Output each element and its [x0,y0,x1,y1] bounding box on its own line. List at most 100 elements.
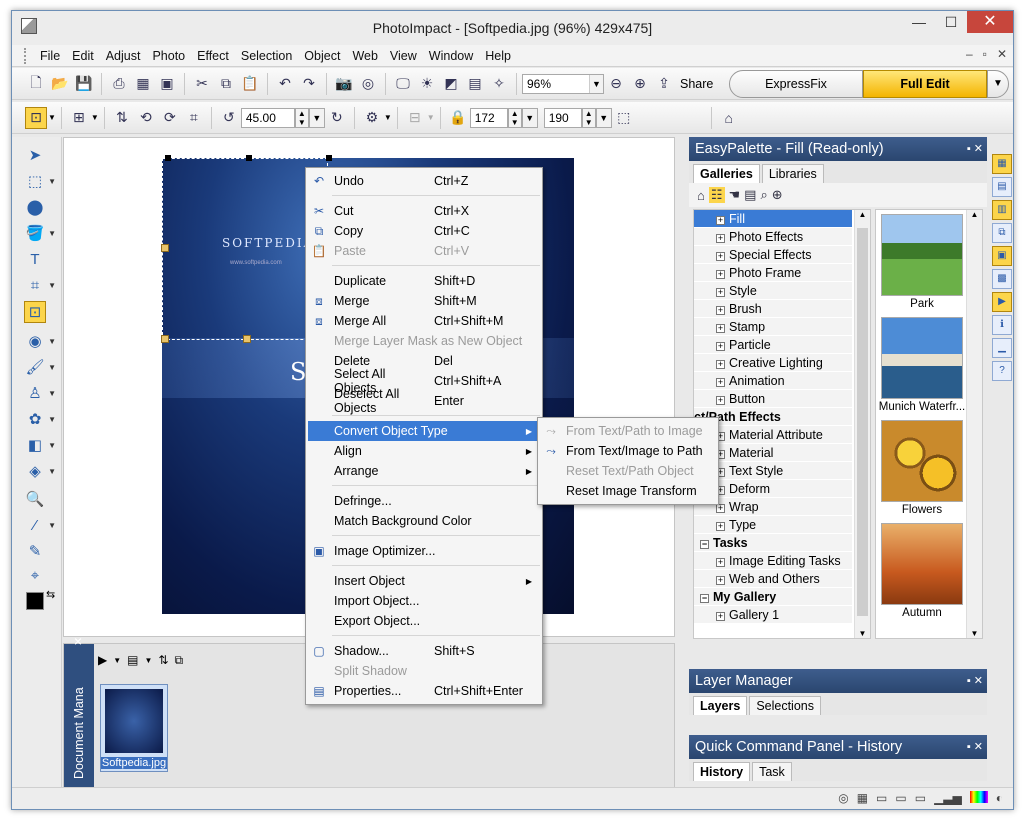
eye-tool-icon[interactable]: ◉ ▼ [24,331,56,353]
tree-scrollbar[interactable]: ▲ ▼ [854,210,870,638]
fill-tool-icon[interactable]: 🪣 ▼ [24,223,56,245]
effect-tool-icon[interactable]: ✿ ▼ [24,409,56,431]
hand-icon[interactable]: ☚ [729,187,741,203]
distort-icon[interactable]: ⌗ [183,107,205,129]
menu-item-defringe[interactable]: Defringe... [308,491,540,511]
tree-view-icon[interactable]: ☷ [708,187,725,203]
menu-view[interactable]: View [384,49,423,63]
gallery-item[interactable]: Park [878,214,966,314]
help-toggle-icon[interactable]: ? [992,361,1012,381]
zoom-out-icon[interactable]: ⊖ [605,73,627,95]
info-toggle-icon[interactable]: ℹ [992,315,1012,335]
menu-item-match-background-color[interactable]: Match Background Color [308,511,540,531]
view-icon[interactable]: ▤ [127,653,138,667]
tree-item[interactable]: + Photo Effects [694,228,852,246]
gallery-scrollbar[interactable]: ▲ ▼ [966,210,982,638]
menu-file[interactable]: File [34,49,66,63]
menu-item-align[interactable]: Align ▶ [308,441,540,461]
copy-icon[interactable]: ⧉ [215,73,237,95]
grid-icon[interactable]: ▦ [857,791,868,805]
tree-item[interactable]: + Stamp [694,318,852,336]
menu-object[interactable]: Object [298,49,346,63]
tree-item[interactable]: + Animation [694,372,852,390]
tree-item[interactable]: + Web and Others [694,570,852,588]
open-folder-icon[interactable]: 📂 [49,73,71,95]
menu-item-insert-object[interactable]: Insert Object ▶ [308,571,540,591]
crop-tool-icon[interactable]: ⌗ ▼ [24,275,56,297]
doc-minimize-icon[interactable]: – [966,47,973,61]
height-input[interactable]: 190 [543,107,582,128]
tree-group[interactable]: − My Gallery [694,588,852,606]
close-button[interactable]: ✕ [967,11,1013,33]
menu-item-duplicate[interactable]: Duplicate Shift+D [308,271,540,291]
redo-icon[interactable]: ↷ [298,73,320,95]
sort-icon[interactable]: ⇅ [158,653,168,667]
tree-item[interactable]: + Image Editing Tasks [694,552,852,570]
resize-handle[interactable] [326,155,332,161]
rotate-angle-dropdown[interactable]: ▼ [308,107,325,128]
panel-icon[interactable]: ▭ [895,791,906,805]
panel-buttons[interactable]: ▪ ✕ [967,735,983,759]
lock-icon[interactable]: 🔒 [447,107,469,129]
text-tool-icon[interactable]: T [24,249,46,271]
maximize-button[interactable]: ☐ [935,11,967,33]
menu-item-convert-object-type[interactable]: Convert Object Type ▶ [308,421,540,441]
history-toggle-icon[interactable]: ▥ [992,200,1012,220]
grid-icon[interactable]: ▦ [132,73,154,95]
document-manager-tab[interactable]: ✕ Document Mana [64,637,94,792]
chevron-down-icon[interactable]: ▼ [113,656,121,665]
gallery-item[interactable]: Flowers [878,420,966,520]
menu-item-arrange[interactable]: Arrange ▶ [308,461,540,481]
panel-icon[interactable]: ▭ [876,791,887,805]
scroll-down-icon[interactable]: ▼ [855,629,870,638]
menu-item-import-object[interactable]: Import Object... [308,591,540,611]
copy-icon[interactable]: ⧉ [174,653,183,668]
rotate-left-icon[interactable]: ⟲ [135,107,157,129]
fulledit-button[interactable]: Full Edit [863,70,987,98]
rotate-angle-input[interactable]: 45.00 [240,107,295,128]
image-edit-icon[interactable]: ◩ [440,73,462,95]
pen-tool-icon[interactable]: ✎ [24,541,46,563]
tab-history[interactable]: History [693,762,751,781]
capture-icon[interactable]: ◎ [357,73,379,95]
menu-item-deselect-all-objects[interactable]: Deselect All Objects Enter [308,387,540,415]
path-tool-icon[interactable]: ⌖ [24,565,46,587]
home-icon[interactable]: ⌂ [697,188,705,203]
save-icon[interactable]: 💾 [73,73,95,95]
rotate-ccw-icon[interactable]: ↺ [218,107,240,129]
share-icon[interactable]: ⇪ [653,73,675,95]
menu-web[interactable]: Web [346,49,383,63]
add-icon[interactable]: ⊕ [772,187,783,203]
menu-item-merge[interactable]: ⧈ Merge Shift+M [308,291,540,311]
tree-item[interactable]: + Fill [694,210,852,228]
close-icon[interactable]: ✕ [72,637,85,646]
histogram-toggle-icon[interactable]: ▁ [992,338,1012,358]
transform-mode-icon[interactable]: ⊡ [25,106,47,129]
camera-icon[interactable]: 📷 [333,73,355,95]
gallery-item[interactable]: Autumn [878,523,966,623]
doc-close-icon[interactable]: ✕ [997,47,1007,61]
foreground-color[interactable] [26,592,44,610]
doc-restore-icon[interactable]: ▫ [983,47,987,61]
paste-icon[interactable]: 📋 [239,73,261,95]
bucket-tool-icon[interactable]: ◈ ▼ [24,461,56,483]
submenu-item-text-image-to-path[interactable]: ⤳ From Text/Image to Path [540,441,718,461]
resize-handle[interactable] [161,244,169,252]
scroll-thumb[interactable] [857,228,868,616]
menu-item-properties[interactable]: ▤ Properties... Ctrl+Shift+Enter [308,681,540,701]
zoom-tool-icon[interactable]: 🔍 [24,489,46,511]
mode-dropdown-icon[interactable]: ▼ [987,70,1009,98]
rotate-cw-icon[interactable]: ↻ [326,107,348,129]
tree-item[interactable]: + Photo Frame [694,264,852,282]
sun-icon[interactable]: ☀ [416,73,438,95]
thumbnail-gallery[interactable]: Park Munich Waterfr... Flowers Autumn ▲ … [875,209,983,639]
tree-item[interactable]: + Particle [694,336,852,354]
minimize-button[interactable]: — [903,11,935,33]
height-dropdown[interactable]: ▼ [595,107,612,128]
tab-layers[interactable]: Layers [693,696,748,715]
details-icon[interactable]: ▤ [744,187,756,203]
scroll-down-icon[interactable]: ▼ [967,629,982,638]
menu-item-shadow[interactable]: ▢ Shadow... Shift+S [308,641,540,661]
document-thumbnail[interactable]: Softpedia.jpg [100,684,168,772]
resize-handle[interactable] [243,335,251,343]
